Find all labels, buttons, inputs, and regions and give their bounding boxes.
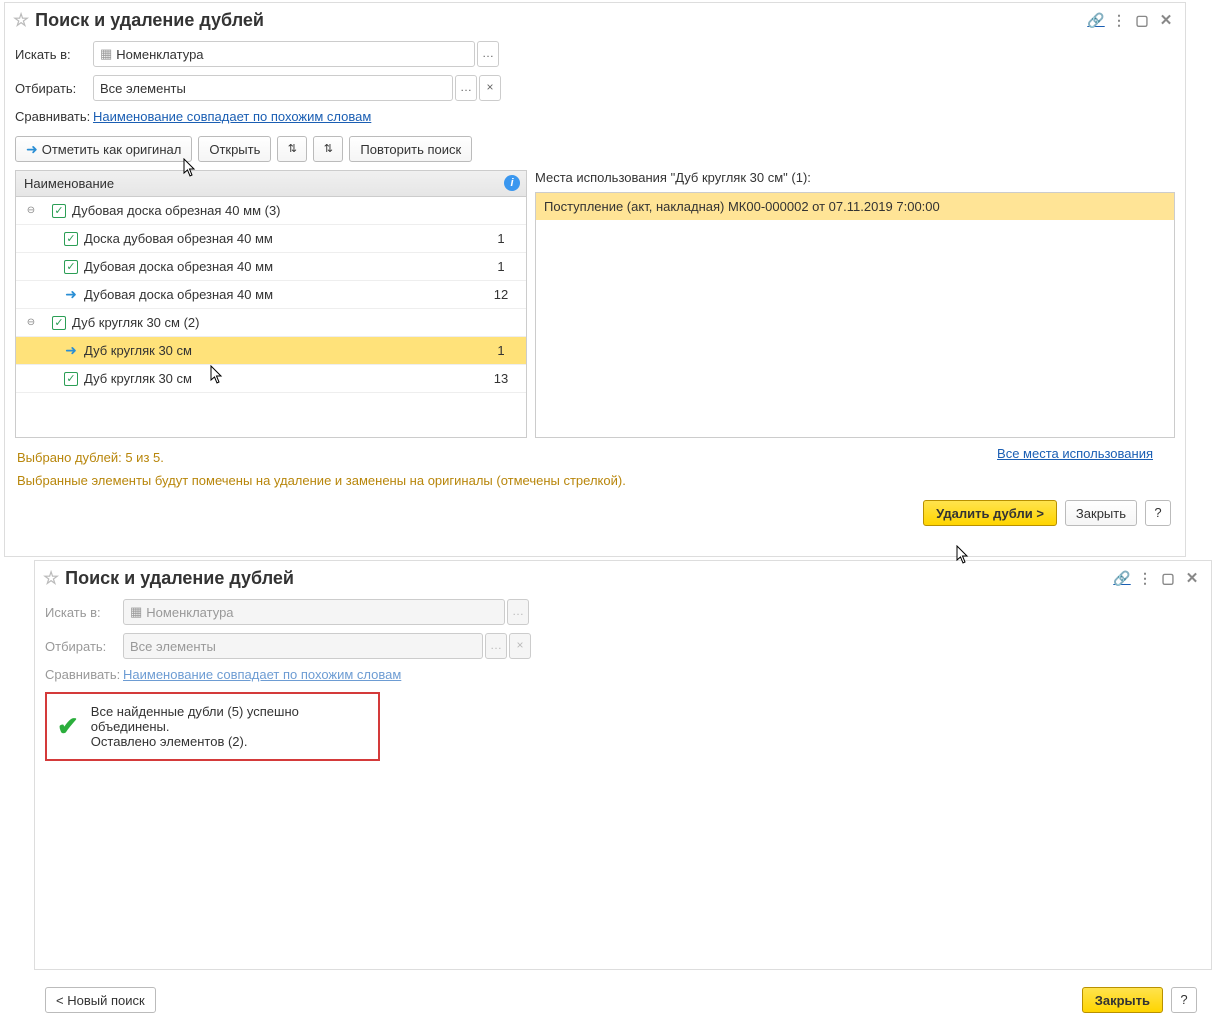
usages-list[interactable]: Поступление (акт, накладная) МК00-000002… [535,192,1175,438]
filter-clear-button-disabled: × [509,633,531,659]
close-button-primary[interactable]: Закрыть [1082,987,1163,1013]
collapse-icon[interactable]: ⊖ [24,317,38,328]
duplicates-window-2: ☆ Поиск и удаление дублей 🔗 ⋮ ▢ ✕ Искать… [34,560,1212,970]
filter-select-button[interactable]: … [455,75,477,101]
favorite-star-icon[interactable]: ☆ [13,10,29,31]
tree-item-row[interactable]: Дуб кругляк 30 см 13 [16,365,526,393]
checkbox-icon[interactable] [52,204,66,218]
summary-line-2: Выбранные элементы будут помечены на уда… [5,469,1185,492]
compare-rules-link-disabled: Наименование совпадает по похожим словам [123,667,401,682]
success-check-icon: ✔ [57,711,79,742]
duplicates-window-1: ☆ Поиск и удаление дублей 🔗 ⋮ ▢ ✕ Искать… [4,2,1186,557]
titlebar: ☆ Поиск и удаление дублей 🔗 ⋮ ▢ ✕ [35,561,1211,595]
maximize-icon[interactable]: ▢ [1129,12,1155,29]
search-in-label: Искать в: [15,47,93,62]
tree-item-row[interactable]: Дубовая доска обрезная 40 мм 1 [16,253,526,281]
search-in-input[interactable]: ▦ Номенклатура [93,41,475,67]
usages-title: Места использования "Дуб кругляк 30 см" … [535,170,1175,192]
checkbox-icon[interactable] [64,232,78,246]
filter-select-button-disabled: … [485,633,507,659]
success-line-2: Оставлено элементов (2). [91,734,368,749]
original-marker-icon: ➜ [64,286,78,303]
original-arrow-icon: ➜ [26,141,38,158]
help-button[interactable]: ? [1171,987,1197,1013]
open-button[interactable]: Открыть [198,136,271,162]
window-title: Поиск и удаление дублей [65,568,294,589]
checkbox-icon[interactable] [52,316,66,330]
copy-link-icon[interactable]: 🔗 [1083,12,1109,29]
close-icon[interactable]: ✕ [1181,569,1203,587]
delete-duplicates-button[interactable]: Удалить дубли > [923,500,1057,526]
duplicates-tree[interactable]: Наименование i ⊖ Дубовая доска обрезная … [15,170,527,438]
compare-label: Сравнивать: [15,109,93,124]
more-menu-icon[interactable]: ⋮ [1135,570,1155,587]
success-message-box: ✔ Все найденные дубли (5) успешно объеди… [45,692,380,761]
expand-all-button[interactable]: ⇅ [277,136,307,162]
filter-label: Отбирать: [45,639,123,654]
close-icon[interactable]: ✕ [1155,11,1177,29]
collapse-icon[interactable]: ⊖ [24,205,38,216]
filter-input-disabled: Все элементы [123,633,483,659]
catalog-icon: ▦ [130,604,142,620]
repeat-search-button[interactable]: Повторить поиск [349,136,472,162]
search-in-input-disabled: ▦ Номенклатура [123,599,505,625]
catalog-icon: ▦ [100,46,112,62]
original-marker-icon: ➜ [64,342,78,359]
search-in-select-button-disabled: … [507,599,529,625]
mark-as-original-button[interactable]: ➜ Отметить как оригинал [15,136,192,162]
tree-item-row-original[interactable]: ➜ Дубовая доска обрезная 40 мм 12 [16,281,526,309]
maximize-icon[interactable]: ▢ [1155,570,1181,587]
search-in-select-button[interactable]: … [477,41,499,67]
info-badge-icon[interactable]: i [504,175,520,191]
tree-item-row[interactable]: Доска дубовая обрезная 40 мм 1 [16,225,526,253]
help-button[interactable]: ? [1145,500,1171,526]
tree-group-row[interactable]: ⊖ Дубовая доска обрезная 40 мм (3) [16,197,526,225]
compare-label: Сравнивать: [45,667,123,682]
compare-rules-link[interactable]: Наименование совпадает по похожим словам [93,109,371,124]
filter-input[interactable]: Все элементы [93,75,453,101]
success-line-1: Все найденные дубли (5) успешно объедине… [91,704,368,734]
window-title: Поиск и удаление дублей [35,10,264,31]
checkbox-icon[interactable] [64,372,78,386]
favorite-star-icon[interactable]: ☆ [43,568,59,589]
usage-item[interactable]: Поступление (акт, накладная) МК00-000002… [536,193,1174,220]
tree-header-label: Наименование [16,176,526,191]
tree-item-row-original-selected[interactable]: ➜ Дуб кругляк 30 см 1 [16,337,526,365]
filter-clear-button[interactable]: × [479,75,501,101]
collapse-all-button[interactable]: ⇅ [313,136,343,162]
close-button[interactable]: Закрыть [1065,500,1137,526]
checkbox-icon[interactable] [64,260,78,274]
search-in-label: Искать в: [45,605,123,620]
all-usages-link[interactable]: Все места использования [997,446,1175,461]
more-menu-icon[interactable]: ⋮ [1109,12,1129,29]
copy-link-icon[interactable]: 🔗 [1109,570,1135,587]
titlebar: ☆ Поиск и удаление дублей 🔗 ⋮ ▢ ✕ [5,3,1185,37]
new-search-button[interactable]: < Новый поиск [45,987,156,1013]
tree-group-row[interactable]: ⊖ Дуб кругляк 30 см (2) [16,309,526,337]
filter-label: Отбирать: [15,81,93,96]
